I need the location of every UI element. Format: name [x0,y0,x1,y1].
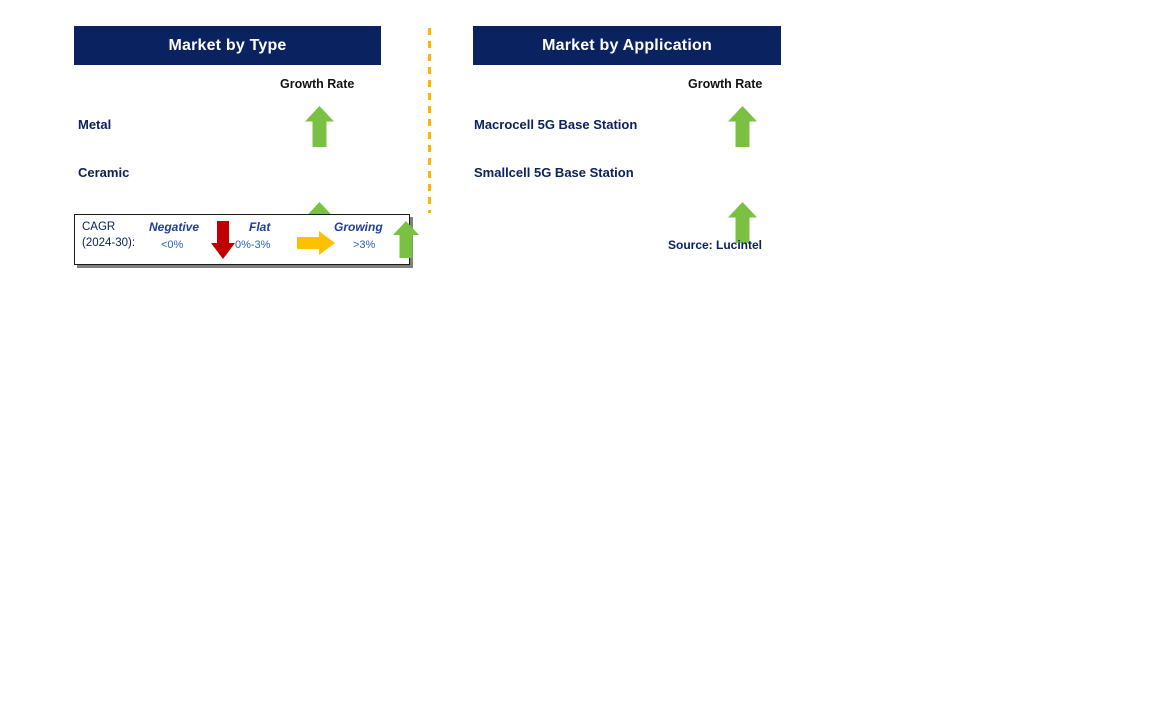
market-by-type-panel: Market by Type Growth Rate Metal Ceramic… [0,0,430,713]
cagr-legend-title-line1: CAGR [82,221,116,233]
segment-row: Smallcell 5G Base Station [430,152,1170,243]
legend-term-flat: Flat [249,220,271,234]
segment-label-ceramic: Ceramic [78,165,130,180]
segment-row: Macrocell 5G Base Station [430,104,1170,148]
segment-label-smallcell-5g-base-station: Smallcell 5G Base Station [474,165,634,180]
arrow-up-green-icon [393,221,419,258]
cagr-legend-title: CAGR (2024-30): [82,220,135,251]
legend-item-flat: Flat 0%-3% [235,215,335,264]
arrow-up-green-icon [728,202,757,243]
legend-item-growing: Growing >3% [327,215,419,264]
legend-range-flat: 0%-3% [235,239,271,251]
legend-item-negative: Negative <0% [143,215,235,264]
growth-rate-column-label-application: Growth Rate [688,77,763,91]
cagr-legend-title-line2: (2024-30): [82,236,136,249]
arrow-up-green-icon [305,106,334,147]
market-by-application-panel: Market by Application Growth Rate Macroc… [430,0,1170,713]
arrow-down-red-icon [211,221,235,259]
arrow-up-green-icon [728,106,757,147]
segment-label-metal: Metal [78,117,112,132]
segment-row: Ceramic [0,152,430,243]
segment-row: Metal [0,104,430,148]
market-by-application-header: Market by Application [473,26,781,65]
growth-rate-column-label-type: Growth Rate [280,77,355,91]
segment-label-macrocell-5g-base-station: Macrocell 5G Base Station [474,117,638,132]
legend-term-negative: Negative [149,220,200,234]
cagr-legend: CAGR (2024-30): Negative <0% Flat 0%-3% … [74,214,419,265]
market-by-type-header: Market by Type [74,26,381,65]
legend-range-negative: <0% [161,239,184,251]
legend-range-growing: >3% [353,239,376,251]
source-note: Source: Lucintel [668,238,763,252]
legend-term-growing: Growing [334,220,383,234]
